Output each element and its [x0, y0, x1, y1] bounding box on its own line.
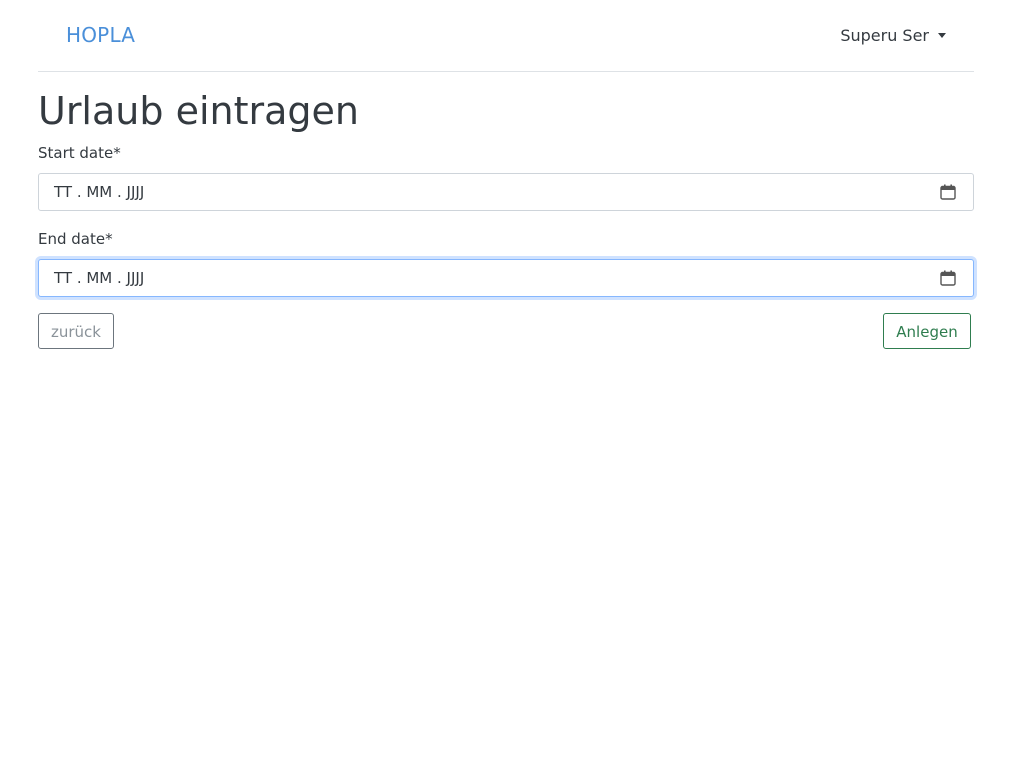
create-button[interactable]: Anlegen: [883, 313, 971, 349]
start-date-value: TT . MM . JJJJ: [54, 183, 145, 201]
page: HOPLA Superu Ser Urlaub eintragen Start …: [0, 0, 1012, 769]
end-date-label: End date*: [38, 230, 113, 248]
end-date-value: TT . MM . JJJJ: [54, 269, 145, 287]
user-name: Superu Ser: [840, 25, 929, 45]
back-button[interactable]: zurück: [38, 313, 114, 349]
page-title: Urlaub eintragen: [38, 89, 359, 133]
navbar: HOPLA Superu Ser: [38, 0, 974, 72]
calendar-icon[interactable]: [939, 183, 957, 201]
user-menu-dropdown[interactable]: Superu Ser: [840, 23, 946, 47]
caret-down-icon: [938, 32, 946, 38]
start-date-input[interactable]: TT . MM . JJJJ: [38, 173, 974, 211]
calendar-icon[interactable]: [939, 269, 957, 287]
brand-link[interactable]: HOPLA: [66, 22, 135, 48]
end-date-input[interactable]: TT . MM . JJJJ: [38, 259, 974, 297]
start-date-label: Start date*: [38, 144, 121, 162]
